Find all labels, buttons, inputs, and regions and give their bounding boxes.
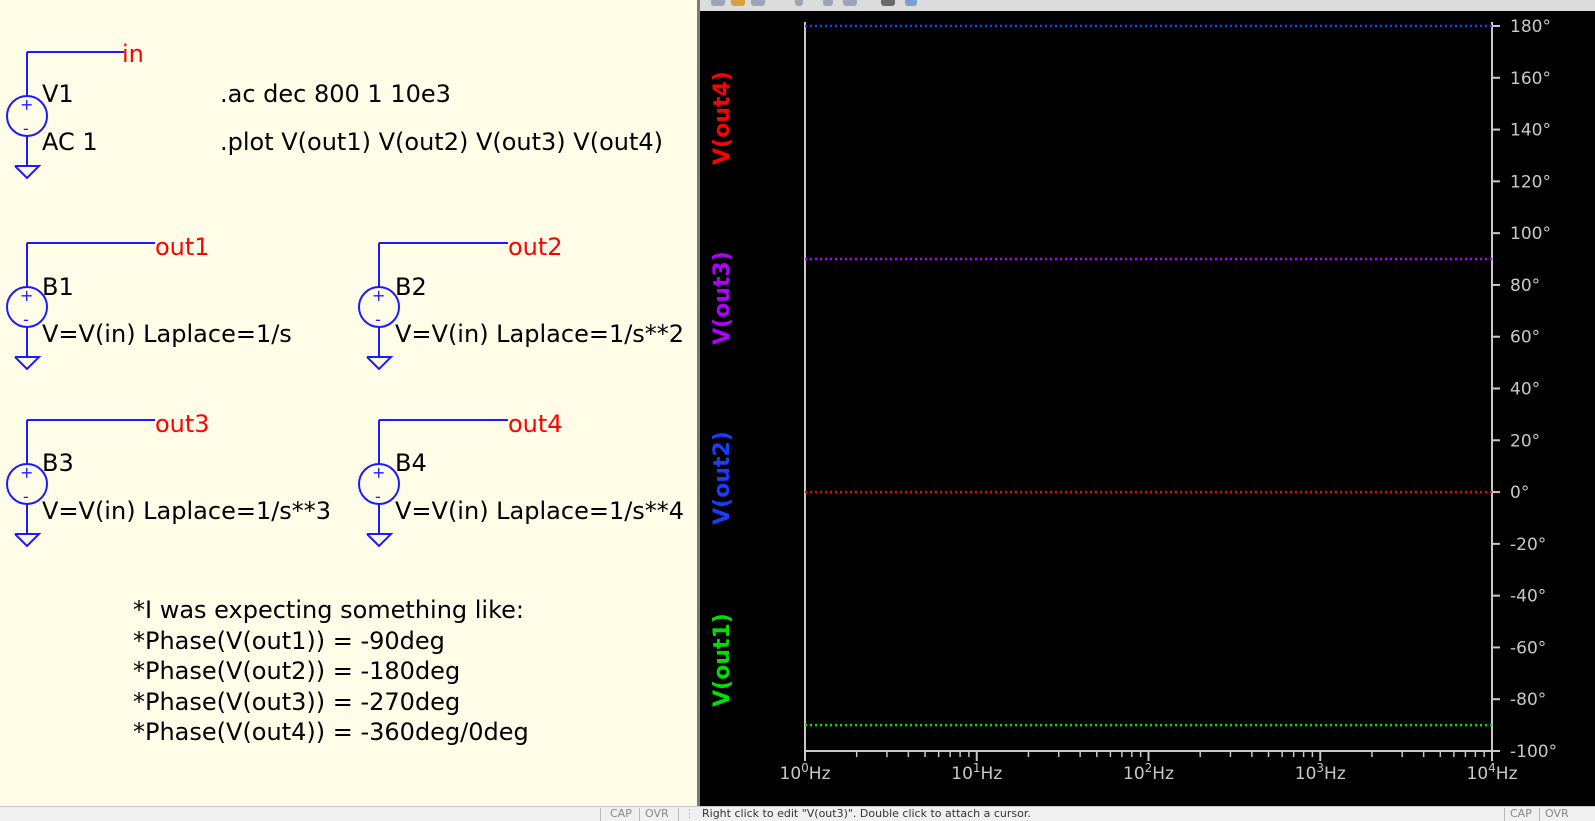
legend-vout2[interactable]: V(out2)	[710, 431, 735, 525]
overwrite-indicator: OVR	[1545, 807, 1569, 820]
comment-line: *Phase(V(out2)) = -180deg	[133, 657, 460, 685]
source-b3[interactable]: + - out3 B3 V=V(in) Laplace=1/s**3	[6, 410, 331, 548]
toolbar-button[interactable]	[751, 0, 765, 6]
y-tick-label: 40°	[1510, 380, 1540, 400]
schematic-canvas[interactable]: + - in V1 AC 1 .ac dec 800 1 10e3 .plot …	[0, 0, 697, 806]
y-tick-label: 100°	[1510, 224, 1551, 244]
component-value-v1[interactable]: AC 1	[42, 128, 98, 156]
component-name-b3[interactable]: B3	[42, 449, 74, 477]
minus-sign: -	[23, 119, 29, 138]
component-value-b2[interactable]: V=V(in) Laplace=1/s**2	[395, 320, 684, 348]
net-label-out1[interactable]: out1	[155, 233, 210, 261]
plus-sign: +	[372, 463, 385, 482]
waveform-toolbar	[697, 0, 1595, 11]
plot-canvas[interactable]: 180° 160° 140° 120° 100° 80° 60° 40° 20° 0° -20° -4…	[697, 0, 1595, 806]
ground-icon	[366, 533, 394, 548]
comment-block[interactable]: *I was expecting something like: *Phase(…	[133, 596, 529, 746]
x-tick-label: 101Hz	[951, 761, 1002, 784]
minus-sign: -	[375, 487, 381, 506]
toolbar-button[interactable]	[905, 0, 917, 6]
comment-line: *Phase(V(out1)) = -90deg	[133, 627, 445, 655]
component-value-b3[interactable]: V=V(in) Laplace=1/s**3	[42, 497, 331, 525]
waveform-viewer[interactable]: 180° 160° 140° 120° 100° 80° 60° 40° 20° 0° -20° -4…	[697, 0, 1595, 806]
component-value-b4[interactable]: V=V(in) Laplace=1/s**4	[395, 497, 684, 525]
statusbar-waveform: Right click to edit "V(out3)". Double cl…	[697, 806, 1595, 821]
toolbar-button[interactable]	[881, 0, 895, 6]
ground-icon	[366, 356, 394, 371]
ground-icon	[14, 356, 42, 371]
minus-sign: -	[23, 487, 29, 506]
toolbar-button[interactable]	[795, 0, 803, 6]
y-tick-label: 80°	[1510, 276, 1540, 296]
y-tick-label: -80°	[1510, 690, 1546, 710]
y-tick-label: 160°	[1510, 69, 1551, 89]
ground-icon	[14, 165, 42, 180]
y-tick-label: 20°	[1510, 431, 1540, 451]
component-name-b4[interactable]: B4	[395, 449, 427, 477]
toolbar-button[interactable]	[731, 0, 745, 6]
resize-grip-icon[interactable]: ⋮	[684, 807, 695, 821]
component-name-v1[interactable]: V1	[42, 80, 74, 108]
toolbar-button[interactable]	[843, 0, 857, 6]
legend-vout3[interactable]: V(out3)	[710, 251, 735, 345]
comment-line: *I was expecting something like:	[133, 596, 524, 624]
plus-sign: +	[20, 95, 33, 114]
legend-vout4[interactable]: V(out4)	[710, 71, 735, 165]
y-tick-label: -60°	[1510, 638, 1546, 658]
comment-line: *Phase(V(out3)) = -270deg	[133, 688, 460, 716]
plus-sign: +	[20, 286, 33, 305]
source-b1[interactable]: + - out1 B1 V=V(in) Laplace=1/s	[6, 233, 292, 371]
x-tick-label: 100Hz	[780, 761, 831, 784]
caps-lock-indicator: CAP	[1510, 807, 1532, 820]
component-name-b1[interactable]: B1	[42, 273, 74, 301]
spice-directive-plot[interactable]: .plot V(out1) V(out2) V(out3) V(out4)	[220, 128, 663, 156]
y-tick-label: 140°	[1510, 121, 1551, 141]
x-tick-label: 104Hz	[1467, 761, 1518, 784]
toolbar-button[interactable]	[823, 0, 833, 6]
net-label-out3[interactable]: out3	[155, 410, 210, 438]
source-b4[interactable]: + - out4 B4 V=V(in) Laplace=1/s**4	[358, 410, 684, 548]
plus-sign: +	[372, 286, 385, 305]
schematic-editor[interactable]: + - in V1 AC 1 .ac dec 800 1 10e3 .plot …	[0, 0, 697, 806]
caps-lock-indicator: CAP	[610, 807, 632, 820]
y-tick-label: 60°	[1510, 328, 1540, 348]
x-tick-label: 102Hz	[1123, 761, 1174, 784]
y-tick-label: 0°	[1510, 483, 1529, 503]
source-v1[interactable]: + - in V1 AC 1	[6, 40, 144, 180]
legend-vout1[interactable]: V(out1)	[710, 613, 735, 707]
pane-splitter[interactable]	[697, 0, 700, 806]
net-label-out4[interactable]: out4	[508, 410, 563, 438]
net-label-in[interactable]: in	[122, 40, 144, 68]
source-b2[interactable]: + - out2 B2 V=V(in) Laplace=1/s**2	[358, 233, 684, 371]
status-message: Right click to edit "V(out3)". Double cl…	[702, 807, 1031, 820]
y-tick-label: -40°	[1510, 587, 1546, 607]
minus-sign: -	[23, 310, 29, 329]
statusbar-schematic: CAP OVR ⋮	[0, 806, 697, 821]
y-tick-label: -20°	[1510, 535, 1546, 555]
ground-icon	[14, 533, 42, 548]
minus-sign: -	[375, 310, 381, 329]
overwrite-indicator: OVR	[645, 807, 669, 820]
y-tick-label: 120°	[1510, 172, 1551, 192]
component-value-b1[interactable]: V=V(in) Laplace=1/s	[42, 320, 292, 348]
component-name-b2[interactable]: B2	[395, 273, 427, 301]
y-tick-label: -100°	[1510, 742, 1557, 762]
plus-sign: +	[20, 463, 33, 482]
y-tick-label: 180°	[1510, 17, 1551, 37]
spice-directive-ac[interactable]: .ac dec 800 1 10e3	[220, 80, 451, 108]
comment-line: *Phase(V(out4)) = -360deg/0deg	[133, 718, 529, 746]
toolbar-button[interactable]	[711, 0, 725, 6]
x-tick-label: 103Hz	[1295, 761, 1346, 784]
net-label-out2[interactable]: out2	[508, 233, 563, 261]
